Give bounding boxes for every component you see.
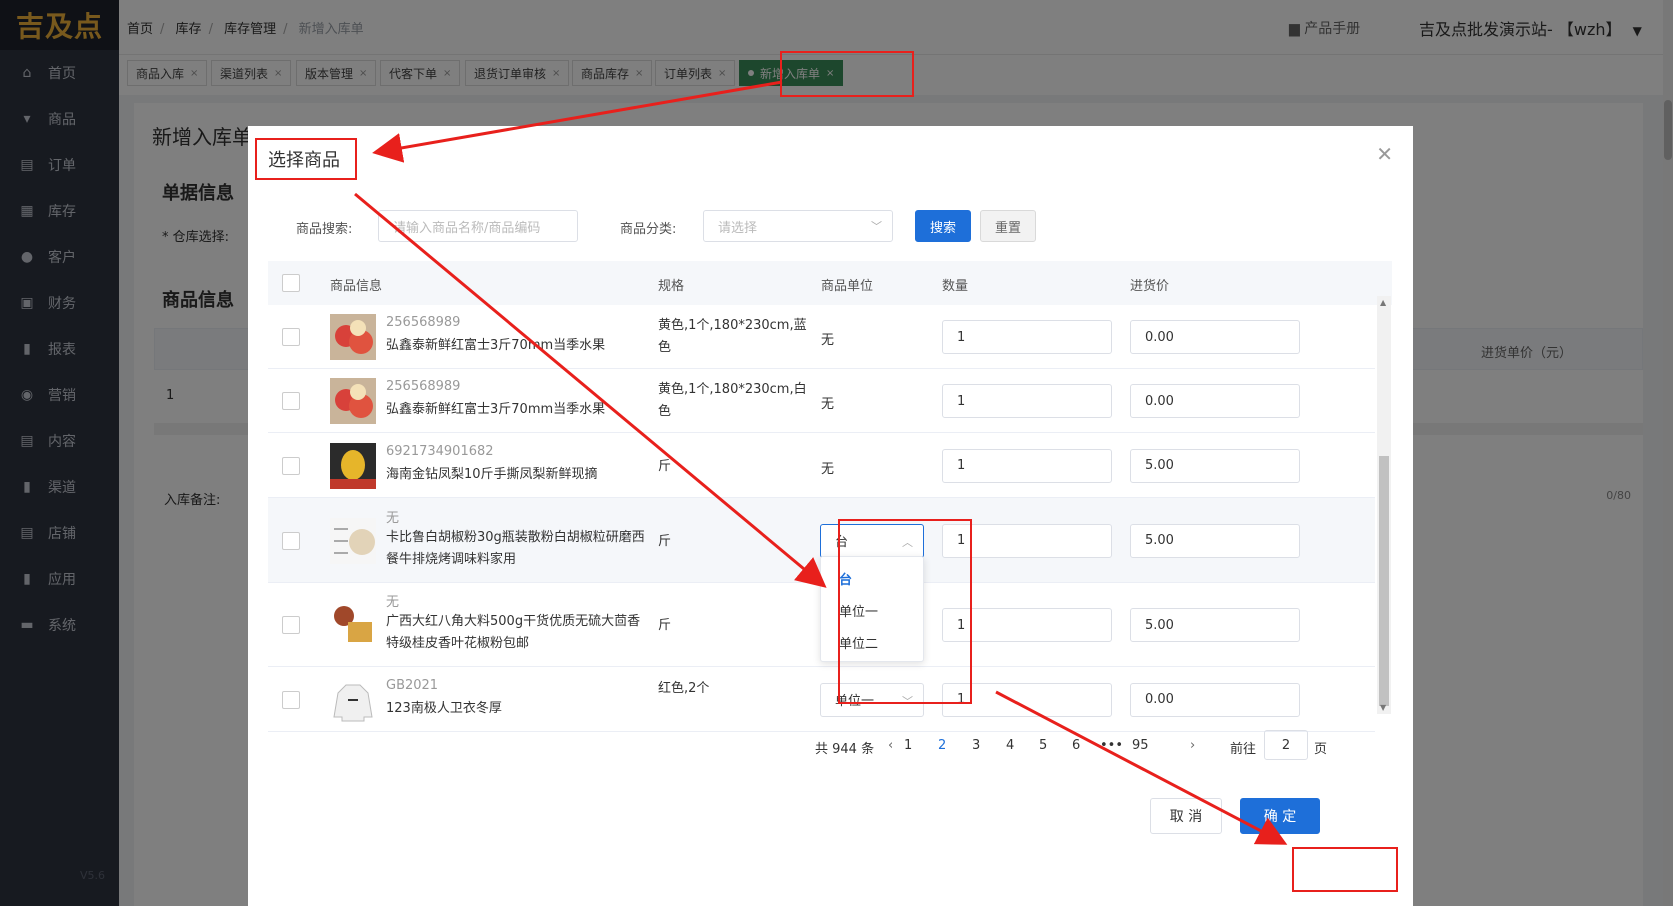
category-label: 商品分类: bbox=[620, 222, 677, 237]
prev-page-icon[interactable]: ‹ bbox=[888, 738, 893, 753]
page-number[interactable]: 95 bbox=[1132, 738, 1149, 753]
quantity-input[interactable]: 1 bbox=[942, 320, 1112, 354]
table-row: 256568989 弘鑫泰新鲜红富士3斤70mm当季水果 黄色,1个,180*230… bbox=[268, 369, 1375, 433]
product-name: 广西大红八角大料500g干货优质无硫大茴香特级桂皮香叶花椒粉包邮 bbox=[386, 614, 641, 651]
quantity-input[interactable]: 1 bbox=[942, 682, 1112, 717]
purchase-price-input[interactable]: 0.00 bbox=[1130, 320, 1300, 354]
select-product-modal: 选择商品 ✕ 商品搜索: 请输入商品名称/商品编码 商品分类: 请选择 ﹀ 搜索… bbox=[248, 126, 1413, 906]
product-thumbnail bbox=[330, 314, 376, 360]
row-checkbox[interactable] bbox=[282, 690, 300, 709]
product-spec: 斤 bbox=[658, 458, 672, 474]
confirm-button[interactable]: 确 定 bbox=[1240, 798, 1320, 834]
col-price: 进货价 bbox=[1130, 279, 1170, 294]
unit-text: 无 bbox=[821, 333, 835, 348]
table-row: GB2021 123南极人卫衣冬厚 红色,2个 单位一 ﹀ 1 0.00 bbox=[268, 667, 1375, 732]
reset-button[interactable]: 重置 bbox=[980, 210, 1036, 242]
purchase-price-input[interactable]: 5.00 bbox=[1130, 448, 1300, 483]
chevron-up-icon: ︿ bbox=[902, 535, 913, 549]
table-row: 256568989 弘鑫泰新鲜红富士3斤70mm当季水果 黄色,1个,180*230… bbox=[268, 305, 1375, 369]
page-number[interactable]: ••• bbox=[1100, 738, 1123, 753]
product-thumbnail bbox=[330, 442, 376, 489]
chevron-down-icon: ﹀ bbox=[902, 694, 913, 708]
row-checkbox[interactable] bbox=[282, 531, 300, 550]
product-name: 123南极人卫衣冬厚 bbox=[386, 700, 502, 716]
unit-select[interactable]: 台 ︿ bbox=[820, 523, 924, 558]
product-thumbnail bbox=[330, 378, 376, 424]
product-code: 256568989 bbox=[386, 315, 461, 330]
goto-page-input[interactable]: 2 bbox=[1264, 730, 1308, 760]
chevron-down-icon: ﹀ bbox=[871, 220, 882, 233]
purchase-price-input[interactable]: 0.00 bbox=[1130, 682, 1300, 717]
page-number[interactable]: 1 bbox=[904, 738, 912, 753]
row-checkbox[interactable] bbox=[282, 392, 300, 410]
unit-text: 无 bbox=[821, 461, 835, 477]
product-code: 6921734901682 bbox=[386, 443, 494, 459]
unit-select[interactable]: 单位一 ﹀ bbox=[820, 682, 924, 717]
unit-option[interactable]: 单位一 bbox=[821, 594, 923, 626]
search-label: 商品搜索: bbox=[296, 222, 353, 237]
unit-select-value: 台 bbox=[835, 535, 849, 550]
product-spec: 斤 bbox=[658, 533, 672, 549]
select-all-checkbox[interactable] bbox=[282, 274, 300, 292]
product-spec: 斤 bbox=[658, 618, 672, 633]
product-code: 256568989 bbox=[386, 379, 461, 394]
row-checkbox[interactable] bbox=[282, 456, 300, 475]
page-number[interactable]: 3 bbox=[972, 738, 980, 753]
quantity-input[interactable]: 1 bbox=[942, 523, 1112, 558]
product-name: 卡比鲁白胡椒粉30g瓶装散粉白胡椒粒研磨西餐牛排烧烤调味料家用 bbox=[386, 529, 645, 567]
table-header: 商品信息 规格 商品单位 数量 进货价 bbox=[268, 261, 1392, 305]
cancel-button[interactable]: 取 消 bbox=[1150, 798, 1222, 834]
next-page-icon[interactable]: › bbox=[1190, 738, 1195, 753]
modal-title: 选择商品 bbox=[268, 150, 340, 171]
product-spec: 黄色,1个,180*230cm,白色 bbox=[658, 382, 807, 419]
col-unit: 商品单位 bbox=[821, 279, 874, 294]
row-checkbox[interactable] bbox=[282, 616, 300, 634]
product-code: GB2021 bbox=[386, 677, 439, 693]
page-suffix: 页 bbox=[1314, 742, 1328, 757]
category-placeholder: 请选择 bbox=[718, 220, 758, 236]
unit-option[interactable]: 台 bbox=[821, 562, 923, 594]
product-name: 弘鑫泰新鲜红富士3斤70mm当季水果 bbox=[386, 338, 606, 353]
unit-dropdown: 台 单位一 单位二 bbox=[820, 556, 924, 662]
table-row: 6921734901682 海南金钻凤梨10斤手撕凤梨新鲜现摘 斤 无 1 5.00 bbox=[268, 433, 1375, 498]
purchase-price-input[interactable]: 5.00 bbox=[1130, 523, 1300, 558]
quantity-input[interactable]: 1 bbox=[942, 448, 1112, 483]
unit-select-value: 单位一 bbox=[835, 694, 875, 709]
product-name: 海南金钻凤梨10斤手撕凤梨新鲜现摘 bbox=[386, 466, 598, 482]
product-spec: 黄色,1个,180*230cm,蓝色 bbox=[658, 318, 807, 355]
col-qty: 数量 bbox=[942, 279, 969, 294]
page-number[interactable]: 4 bbox=[1006, 738, 1014, 753]
purchase-price-input[interactable]: 5.00 bbox=[1130, 608, 1300, 642]
close-icon[interactable]: ✕ bbox=[1376, 142, 1393, 166]
product-spec: 红色,2个 bbox=[658, 680, 710, 696]
product-table: 商品信息 规格 商品单位 数量 进货价 256568989 弘鑫泰新鲜红富士3斤7… bbox=[268, 261, 1392, 732]
product-name: 弘鑫泰新鲜红富士3斤70mm当季水果 bbox=[386, 402, 606, 417]
goto-label: 前往 bbox=[1230, 742, 1257, 757]
page-number[interactable]: 6 bbox=[1072, 738, 1080, 753]
purchase-price-input[interactable]: 0.00 bbox=[1130, 384, 1300, 418]
row-checkbox[interactable] bbox=[282, 328, 300, 346]
product-thumbnail bbox=[330, 517, 376, 564]
product-code: 无 bbox=[386, 510, 400, 526]
table-scrollbar[interactable]: ▲ ▼ bbox=[1377, 296, 1391, 714]
category-select[interactable]: 请选择 ﹀ bbox=[703, 210, 893, 242]
page-number[interactable]: 5 bbox=[1039, 738, 1047, 753]
search-button[interactable]: 搜索 bbox=[915, 210, 971, 242]
unit-text: 无 bbox=[821, 397, 835, 412]
search-input[interactable]: 请输入商品名称/商品编码 bbox=[378, 210, 578, 242]
quantity-input[interactable]: 1 bbox=[942, 384, 1112, 418]
product-thumbnail bbox=[330, 676, 376, 723]
product-code: 无 bbox=[386, 595, 400, 610]
unit-option[interactable]: 单位二 bbox=[821, 626, 923, 658]
pagination-total: 共 944 条 bbox=[815, 742, 875, 757]
product-thumbnail bbox=[330, 602, 376, 648]
page-number[interactable]: 2 bbox=[938, 738, 946, 753]
quantity-input[interactable]: 1 bbox=[942, 608, 1112, 642]
col-spec: 规格 bbox=[658, 279, 685, 294]
col-product-info: 商品信息 bbox=[330, 279, 383, 294]
